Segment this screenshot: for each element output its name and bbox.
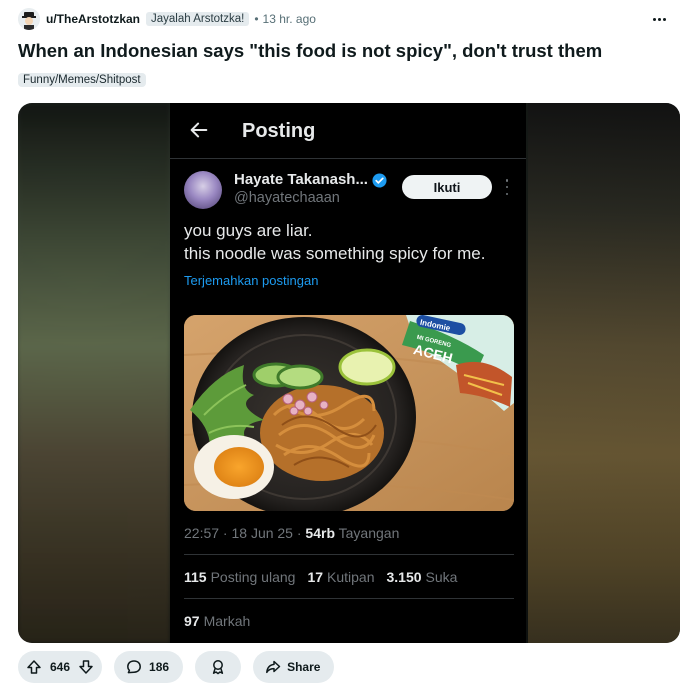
verified-icon: [372, 173, 387, 188]
award-button[interactable]: [195, 651, 242, 683]
downvote-icon[interactable]: [78, 659, 94, 675]
tweet-author-avatar: [184, 171, 222, 209]
tweet-text-line-1: you guys are liar.: [184, 221, 313, 240]
post-action-bar: 646 186 Share: [18, 651, 335, 683]
comment-icon: [127, 660, 141, 674]
tweet-topbar: Posting: [170, 103, 526, 159]
tweet-meta: 22:57 · 18 Jun 25 · 54rb Tayangan: [184, 525, 399, 541]
tweet-timestamp: 22:57 · 18 Jun 25 ·: [184, 525, 306, 541]
share-label: Share: [287, 660, 321, 674]
post-media[interactable]: Posting Hayate Takanash... @hayatechaaan…: [18, 103, 680, 643]
comments-button[interactable]: 186: [114, 651, 184, 683]
tweet-views-count: 54rb: [305, 525, 335, 541]
tweet-author-handle: @hayatechaaan: [234, 190, 340, 206]
back-arrow-icon: [190, 122, 208, 138]
user-flair: Jayalah Arstotzka!: [146, 12, 250, 26]
bookmarks-stat: 97 Markah: [184, 613, 250, 629]
avatar-icon[interactable]: [18, 8, 40, 30]
share-icon: [266, 660, 281, 674]
reposts-stat: 115 Posting ulang: [184, 569, 295, 585]
quotes-count: 17: [307, 569, 324, 585]
tweet-divider-2: [184, 598, 514, 599]
quotes-label: Kutipan: [327, 569, 375, 585]
tweet-page-title: Posting: [242, 120, 316, 142]
reposts-label: Posting ulang: [210, 569, 296, 585]
likes-label: Suka: [425, 569, 458, 585]
tweet-divider-1: [184, 554, 514, 555]
tweet-screenshot: Posting Hayate Takanash... @hayatechaaan…: [170, 103, 526, 643]
post-title[interactable]: When an Indonesian says "this food is no…: [18, 40, 602, 62]
follow-button: Ikuti: [402, 175, 492, 199]
tweet-text-line-2: this noodle was something spicy for me.: [184, 244, 486, 263]
tweet-text: you guys are liar. this noodle was somet…: [184, 219, 514, 265]
reposts-count: 115: [184, 569, 207, 585]
tweet-views-label: Tayangan: [338, 525, 400, 541]
likes-stat: 3.150 Suka: [387, 569, 458, 585]
post-header: u/TheArstotzkan Jayalah Arstotzka! • 13 …: [18, 8, 679, 30]
share-button[interactable]: Share: [253, 651, 335, 683]
noodle-plate-illustration: Indomie MI GORENG ACEH: [184, 315, 514, 511]
translate-link: Terjemahkan postingan: [184, 273, 319, 288]
likes-count: 3.150: [386, 569, 422, 585]
tweet-more-icon: [504, 179, 510, 195]
bookmarks-count: 97: [184, 613, 200, 629]
comment-count: 186: [149, 660, 170, 674]
post-username[interactable]: u/TheArstotzkan: [46, 12, 140, 26]
award-icon: [212, 660, 224, 675]
media-blur-left: [18, 103, 170, 643]
vote-count: 646: [50, 660, 71, 674]
separator-dot: •: [254, 12, 259, 26]
quotes-stat: 17 Kutipan: [307, 569, 374, 585]
post-flair[interactable]: Funny/Memes/Shitpost: [18, 73, 146, 87]
tweet-author-name: Hayate Takanash...: [234, 171, 368, 188]
media-blur-right: [528, 103, 680, 643]
post-time: 13 hr. ago: [262, 12, 316, 26]
bookmarks-label: Markah: [203, 613, 251, 629]
vote-control: 646: [18, 651, 103, 683]
tweet-stats: 115 Posting ulang 17 Kutipan 3.150 Suka: [184, 569, 457, 585]
upvote-icon[interactable]: [26, 659, 42, 675]
tweet-food-photo: Indomie MI GORENG ACEH: [184, 315, 514, 511]
more-options-icon[interactable]: [649, 10, 669, 28]
